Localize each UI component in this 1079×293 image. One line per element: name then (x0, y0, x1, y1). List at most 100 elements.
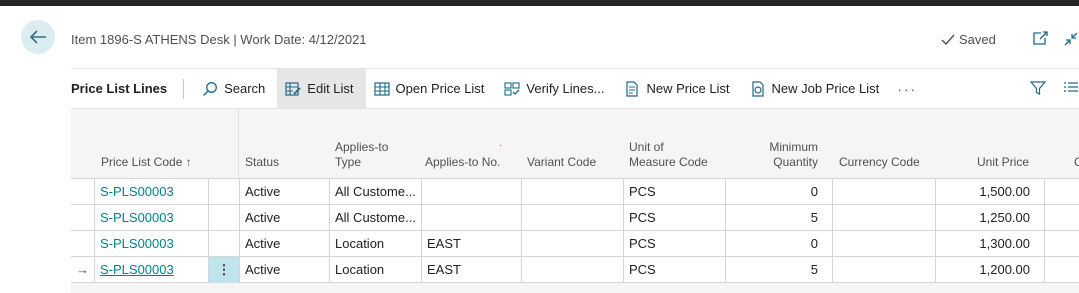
price-list-code-cell[interactable]: S-PLS00003 (95, 179, 209, 205)
variant-code-cell[interactable] (522, 179, 624, 205)
table-row[interactable]: S-PLS00003 Active All Custome... PCS 5 1… (71, 205, 1079, 231)
saved-label: Saved (959, 32, 996, 47)
back-button[interactable] (21, 20, 55, 54)
unit-price-cell[interactable]: 1,500.00 (936, 179, 1045, 205)
unit-of-measure-cell[interactable]: PCS (624, 179, 726, 205)
currency-code-cell[interactable] (833, 205, 936, 231)
list-view-icon[interactable] (1064, 80, 1078, 97)
variant-code-cell[interactable] (522, 231, 624, 257)
frozen-column-divider (238, 109, 239, 179)
price-list-code-cell[interactable]: S-PLS00003 (95, 231, 209, 257)
applies-to-type-cell[interactable]: Location (330, 231, 422, 257)
col-header-status[interactable]: Status (245, 155, 279, 170)
applies-to-no-cell[interactable]: EAST (422, 231, 522, 257)
search-label: Search (224, 81, 266, 96)
edit-list-button[interactable]: Edit List (277, 69, 366, 108)
price-list-code-cell[interactable]: S-PLS00003 (95, 257, 209, 283)
col-header-next-truncated[interactable]: C (1074, 155, 1079, 170)
row-actions-cell[interactable] (209, 179, 240, 205)
status-cell[interactable]: Active (240, 231, 330, 257)
table-icon (373, 81, 390, 96)
toolbar-separator (183, 78, 185, 99)
unit-price-cell[interactable]: 1,200.00 (936, 257, 1045, 283)
saved-status: Saved (941, 32, 996, 47)
col-header-variant-code[interactable]: Variant Code (527, 155, 596, 170)
open-price-list-button[interactable]: Open Price List (366, 69, 497, 108)
table-row-current[interactable]: → S-PLS00003 ⋮ Active Location EAST PCS … (71, 257, 1079, 283)
unit-of-measure-cell[interactable]: PCS (624, 205, 726, 231)
top-bar (0, 0, 1079, 6)
applies-to-no-cell[interactable] (422, 205, 522, 231)
row-actions-cell[interactable] (209, 231, 240, 257)
variant-code-cell[interactable] (522, 205, 624, 231)
row-indicator-cell (71, 179, 95, 205)
unit-price-cell[interactable]: 1,250.00 (936, 205, 1045, 231)
check-icon (941, 34, 955, 45)
applies-to-type-cell[interactable]: All Custome... (330, 205, 422, 231)
col-header-applies-to-no[interactable]: Applies-to No. (425, 155, 500, 170)
col-header-applies-to-type[interactable]: Applies-to Type (335, 140, 388, 170)
filter-icon[interactable] (1029, 80, 1047, 99)
col-header-price-list-code[interactable]: Price List Code ↑ (101, 155, 192, 170)
verify-lines-icon (504, 81, 520, 96)
col-header-applies-to-type-line1: Applies-to (335, 140, 389, 154)
currency-code-cell[interactable] (833, 231, 936, 257)
status-cell[interactable]: Active (240, 205, 330, 231)
col-header-unit-price[interactable]: Unit Price (940, 155, 1029, 170)
col-header-min-qty-line1: Minimum (769, 140, 818, 154)
search-icon (203, 81, 218, 96)
part-title: Price List Lines (71, 81, 168, 96)
row-indicator-cell (71, 231, 95, 257)
col-header-uom-line1: Unit of (629, 140, 664, 154)
unit-price-cell[interactable]: 1,300.00 (936, 231, 1045, 257)
row-indicator-cell (71, 205, 95, 231)
col-header-min-qty-line2: Quantity (773, 155, 818, 169)
applies-to-no-cell[interactable]: EAST (422, 257, 522, 283)
page-title: Item 1896-S ATHENS Desk | Work Date: 4/1… (71, 32, 367, 47)
row-actions-menu-button[interactable]: ⋮ (209, 257, 240, 283)
col-header-currency-code[interactable]: Currency Code (839, 155, 920, 170)
required-marker-icon: · (499, 140, 503, 151)
table-row[interactable]: S-PLS00003 Active All Custome... PCS 0 1… (71, 179, 1079, 205)
edit-list-icon (285, 81, 301, 96)
edit-list-label: Edit List (307, 81, 354, 96)
price-list-code-cell[interactable]: S-PLS00003 (95, 205, 209, 231)
applies-to-no-cell[interactable] (422, 179, 522, 205)
variant-code-cell[interactable] (522, 257, 624, 283)
new-document-icon (626, 80, 639, 97)
minimum-quantity-cell[interactable]: 5 (726, 205, 833, 231)
more-actions-button[interactable]: ··· (891, 81, 923, 97)
minimum-quantity-cell[interactable]: 0 (726, 231, 833, 257)
verify-lines-button[interactable]: Verify Lines... (496, 69, 616, 108)
search-button[interactable]: Search (194, 69, 277, 108)
currency-code-cell[interactable] (833, 179, 936, 205)
current-row-arrow-icon: → (71, 257, 95, 283)
status-cell[interactable]: Active (240, 257, 330, 283)
new-job-price-list-label: New Job Price List (771, 81, 880, 96)
new-price-list-label: New Price List (646, 81, 730, 96)
minimum-quantity-cell[interactable]: 5 (726, 257, 833, 283)
row-actions-cell[interactable] (209, 205, 240, 231)
col-header-unit-of-measure-code[interactable]: Unit of Measure Code (629, 140, 708, 170)
open-price-list-label: Open Price List (395, 81, 485, 96)
status-cell[interactable]: Active (240, 179, 330, 205)
minimum-quantity-cell[interactable]: 0 (726, 179, 833, 205)
col-header-uom-line2: Measure Code (629, 155, 708, 169)
new-price-list-button[interactable]: New Price List (616, 69, 741, 108)
col-header-applies-to-type-line2: Type (335, 155, 362, 169)
col-header-minimum-quantity[interactable]: Minimum Quantity (730, 140, 818, 170)
new-job-price-list-button[interactable]: New Job Price List (742, 69, 892, 108)
currency-code-cell[interactable] (833, 257, 936, 283)
applies-to-type-cell[interactable]: Location (330, 257, 422, 283)
applies-to-type-cell[interactable]: All Custome... (330, 179, 422, 205)
new-job-price-list-icon (751, 80, 764, 97)
table-row[interactable]: S-PLS00003 Active Location EAST PCS 0 1,… (71, 231, 1079, 257)
open-new-window-icon[interactable] (1032, 31, 1048, 49)
verify-lines-label: Verify Lines... (526, 81, 605, 96)
price-list-lines-grid: S-PLS00003 Active All Custome... PCS 0 1… (71, 178, 1079, 283)
unit-of-measure-cell[interactable]: PCS (624, 231, 726, 257)
unit-of-measure-cell[interactable]: PCS (624, 257, 726, 283)
collapse-icon[interactable] (1063, 31, 1079, 50)
arrow-left-icon (29, 30, 46, 44)
action-bar: Price List Lines Search Edit List Open P… (71, 69, 923, 108)
